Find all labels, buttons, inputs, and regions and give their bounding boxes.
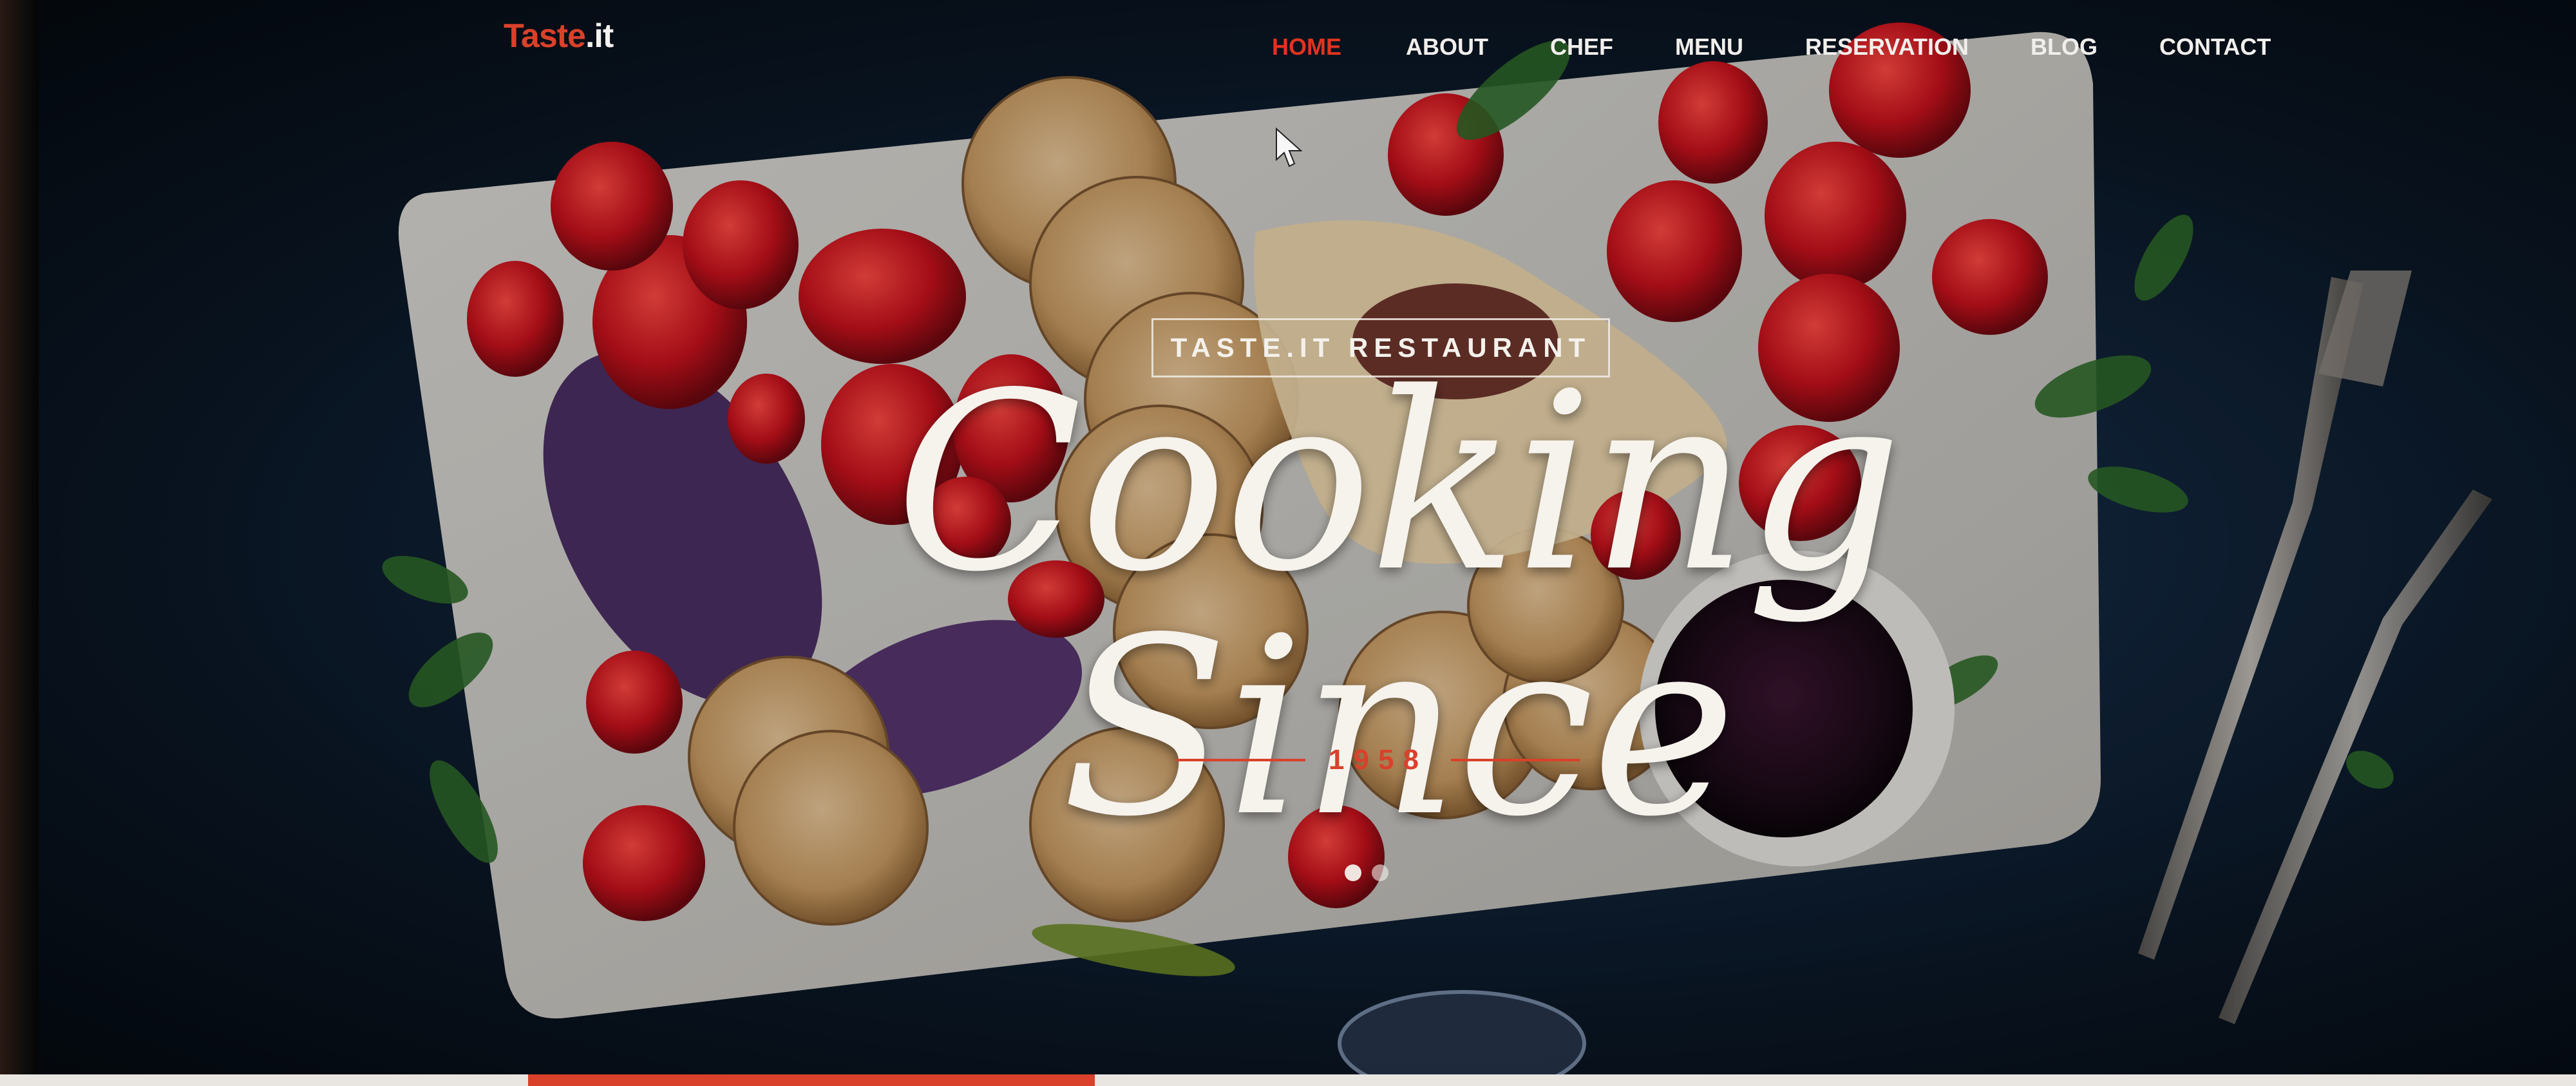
section-accent-bar: [528, 1074, 1095, 1086]
site-logo[interactable]: Taste.it: [504, 17, 614, 55]
nav-link-reservation[interactable]: RESERVATION: [1805, 33, 1969, 61]
nav-link-blog[interactable]: BLOG: [2031, 33, 2098, 61]
top-navbar: Taste.it HOME ABOUT CHEF MENU RESERVATIO…: [0, 0, 2576, 97]
nav-link-about[interactable]: ABOUT: [1406, 33, 1488, 61]
year-divider-right: [1450, 759, 1580, 761]
logo-suffix: .it: [585, 17, 614, 55]
nav-link-home[interactable]: HOME: [1272, 33, 1341, 61]
slider-dot-1[interactable]: [1345, 864, 1361, 881]
screen-bezel: [0, 0, 39, 1086]
nav-link-chef[interactable]: CHEF: [1550, 33, 1613, 61]
slider-dots: [1345, 864, 1388, 881]
logo-text: Taste: [504, 17, 586, 55]
nav-link-menu[interactable]: MENU: [1675, 33, 1743, 61]
hero-year-row: 1958: [1153, 741, 1604, 779]
browser-screen: Taste.it HOME ABOUT CHEF MENU RESERVATIO…: [0, 0, 2576, 1086]
nav-menu: HOME ABOUT CHEF MENU RESERVATION BLOG CO…: [1272, 33, 2271, 61]
hero-year: 1958: [1329, 744, 1428, 776]
year-divider-left: [1177, 759, 1306, 761]
nav-link-contact[interactable]: CONTACT: [2159, 33, 2271, 61]
slider-dot-2[interactable]: [1372, 864, 1388, 881]
mouse-cursor-icon: [1276, 128, 1303, 167]
section-bottom-strip: [0, 1074, 2576, 1086]
